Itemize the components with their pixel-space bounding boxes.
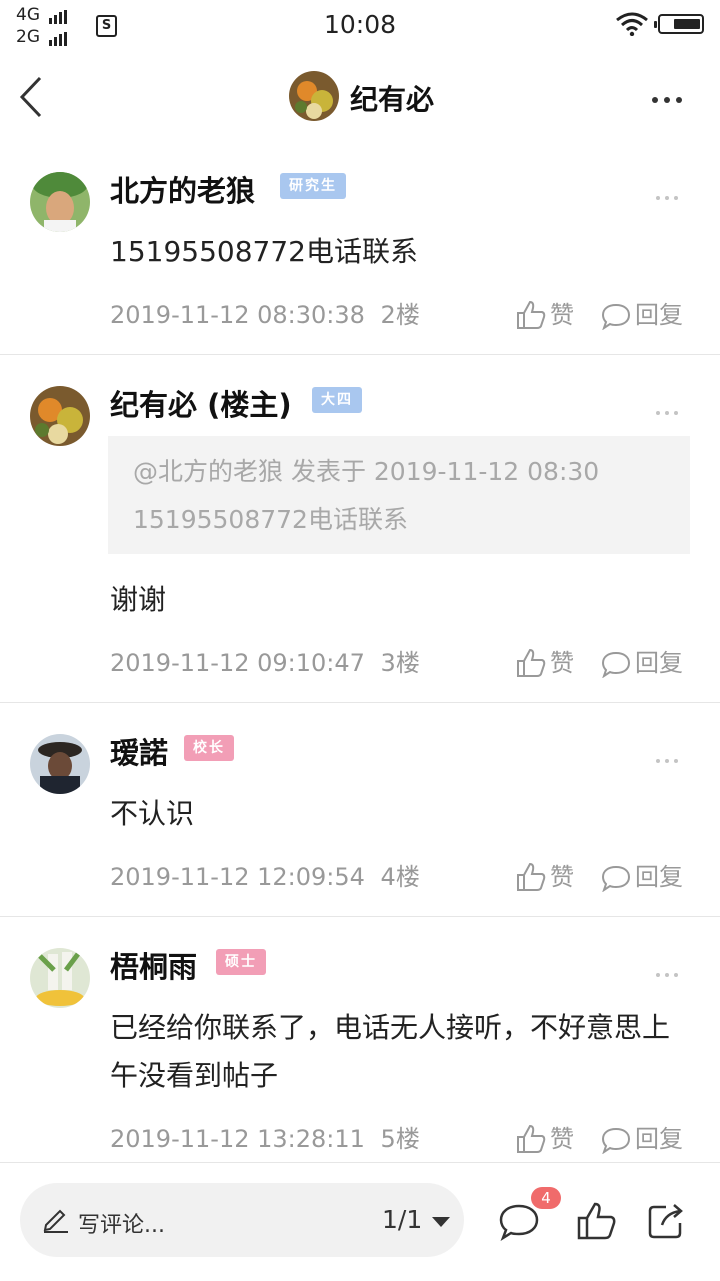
avatar[interactable] [30, 734, 90, 794]
author-name[interactable]: 梧桐雨 [110, 944, 197, 986]
like-label: 赞 [550, 301, 574, 329]
page-title: 纪有必 [350, 83, 435, 116]
post-date: 2019-11-12 13:28:11 [110, 1125, 365, 1153]
more-dots-icon[interactable] [656, 185, 683, 204]
quote-header: @北方的老狼 发表于 2019-11-12 08:30 [133, 457, 600, 486]
pencil-icon [43, 1209, 68, 1233]
like-button[interactable]: 赞 [516, 643, 574, 678]
author-name[interactable]: 纪有必 (楼主) [110, 382, 292, 424]
comment-count-badge: 4 [531, 1187, 561, 1209]
page-indicator[interactable]: 1/1 [382, 1205, 422, 1234]
speech-bubble-icon [601, 303, 631, 331]
rank-badge: 大四 [312, 387, 362, 413]
post-floor: 2楼 [380, 301, 420, 329]
divider [0, 916, 720, 917]
like-label: 赞 [550, 649, 574, 677]
rank-badge: 研究生 [280, 173, 346, 199]
more-dots-icon[interactable] [652, 88, 688, 107]
wifi-icon [616, 12, 648, 36]
thumbs-up-icon [517, 648, 546, 677]
comment-bubble-icon[interactable] [498, 1203, 540, 1241]
reply-label: 回复 [635, 1125, 683, 1153]
battery-icon [654, 14, 704, 34]
like-button[interactable]: 赞 [516, 1119, 574, 1154]
divider [0, 354, 720, 355]
post-date: 2019-11-12 12:09:54 [110, 863, 365, 891]
clock: 10:08 [323, 10, 397, 39]
back-arrow-icon[interactable] [18, 76, 44, 118]
post-floor: 5楼 [380, 1125, 420, 1153]
post-content: 已经给你联系了，电话无人接听，不好意思上午没看到帖子 [110, 1011, 671, 1092]
reply-label: 回复 [635, 863, 683, 891]
like-button[interactable]: 赞 [516, 295, 574, 330]
reply-label: 回复 [635, 301, 683, 329]
thumbs-up-icon [517, 862, 546, 891]
like-label: 赞 [550, 1125, 574, 1153]
avatar[interactable] [30, 948, 90, 1008]
post-content: 15195508772电话联系 [110, 235, 418, 268]
post-meta: 2019-11-12 12:09:54 4楼 [110, 857, 420, 892]
thumbs-up-icon [517, 300, 546, 329]
post-meta: 2019-11-12 13:28:11 5楼 [110, 1119, 420, 1154]
thread-owner-avatar[interactable] [289, 71, 339, 121]
post-floor: 3楼 [380, 649, 420, 677]
reply-button[interactable]: 回复 [601, 295, 683, 331]
speech-bubble-icon [601, 1127, 631, 1155]
chevron-down-icon[interactable] [432, 1217, 450, 1227]
thumbs-up-icon[interactable] [576, 1201, 616, 1241]
more-dots-icon[interactable] [656, 748, 683, 767]
like-label: 赞 [550, 863, 574, 891]
divider [0, 702, 720, 703]
author-name[interactable]: 北方的老狼 [110, 168, 255, 210]
share-icon[interactable] [646, 1201, 686, 1241]
nav-bar: 纪有必 [0, 60, 720, 134]
like-button[interactable]: 赞 [516, 857, 574, 892]
more-dots-icon[interactable] [656, 400, 683, 419]
post-date: 2019-11-12 08:30:38 [110, 301, 365, 329]
reply-post: 北方的老狼 研究生 15195508772电话联系 2019-11-12 08:… [0, 156, 720, 355]
reply-post: 瑷諾 校长 不认识 2019-11-12 12:09:54 4楼 赞 回复 [0, 704, 720, 917]
rank-badge: 硕士 [216, 949, 266, 975]
comment-placeholder: 写评论... [78, 1213, 165, 1238]
reply-post: 纪有必 (楼主) 大四 @北方的老狼 发表于 2019-11-12 08:30 … [0, 356, 720, 703]
post-content: 谢谢 [110, 583, 167, 616]
reply-post: 梧桐雨 硕士 已经给你联系了，电话无人接听，不好意思上午没看到帖子 2019-1… [0, 918, 720, 1162]
post-meta: 2019-11-12 08:30:38 2楼 [110, 295, 420, 330]
reply-button[interactable]: 回复 [601, 1119, 683, 1155]
post-floor: 4楼 [380, 863, 420, 891]
post-meta: 2019-11-12 09:10:47 3楼 [110, 643, 420, 678]
author-name[interactable]: 瑷諾 [110, 730, 168, 772]
speech-bubble-icon [601, 865, 631, 893]
post-content: 不认识 [110, 797, 195, 830]
reply-label: 回复 [635, 649, 683, 677]
speech-bubble-icon [601, 651, 631, 679]
quoted-reply[interactable]: @北方的老狼 发表于 2019-11-12 08:30 15195508772电… [108, 436, 690, 554]
quote-text: 15195508772电话联系 [133, 505, 408, 534]
post-date: 2019-11-12 09:10:47 [110, 649, 365, 677]
avatar[interactable] [30, 172, 90, 232]
bottom-bar: 写评论... 1/1 4 [0, 1162, 720, 1281]
reply-button[interactable]: 回复 [601, 857, 683, 893]
avatar[interactable] [30, 386, 90, 446]
thumbs-up-icon [517, 1124, 546, 1153]
rank-badge: 校长 [184, 735, 234, 761]
reply-button[interactable]: 回复 [601, 643, 683, 679]
more-dots-icon[interactable] [656, 962, 683, 981]
status-bar: 4G 2G S 10:08 [0, 0, 720, 52]
comment-input[interactable]: 写评论... 1/1 [20, 1183, 464, 1257]
